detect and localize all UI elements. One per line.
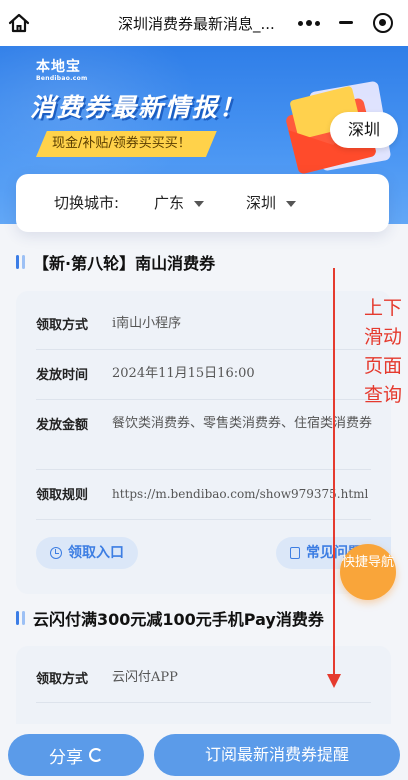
scroll-hint: 上下滑动页面查询: [364, 297, 403, 406]
share-icon: [89, 748, 103, 762]
divider: [36, 349, 371, 350]
city-switch-card: 切换城市: 广东 深圳: [16, 174, 389, 232]
quick-nav-button[interactable]: 快捷导航: [340, 544, 396, 600]
claim-entry-button[interactable]: 领取入口: [36, 537, 138, 569]
city-switch-label: 切换城市:: [54, 194, 120, 212]
top-bar: 深圳消费券最新消息_...: [0, 0, 408, 46]
divider: [36, 519, 371, 520]
home-icon[interactable]: [8, 12, 30, 34]
close-target-icon[interactable]: [373, 13, 393, 33]
share-button[interactable]: 分享: [8, 734, 144, 776]
scroll-arrow-line: [333, 268, 335, 678]
divider: [36, 702, 371, 703]
subscribe-button[interactable]: 订阅最新消费券提醒: [154, 734, 400, 776]
caret-down-icon: [194, 200, 205, 207]
minimize-icon[interactable]: [339, 21, 353, 24]
scroll-arrow-head: [327, 674, 341, 688]
bottom-bar: 分享 订阅最新消费券提醒: [0, 724, 408, 780]
more-dots-icon[interactable]: [289, 9, 329, 37]
section-title: 【新·第八轮】南山消费券: [16, 250, 215, 274]
province-select[interactable]: 广东: [154, 192, 205, 213]
document-icon: [290, 547, 300, 559]
city-select[interactable]: 深圳: [246, 192, 297, 213]
divider: [36, 469, 371, 470]
section-title: 云闪付满300元减100元手机Pay消费券: [16, 606, 324, 630]
page: 深圳消费券最新消息_... 本地宝 Bendibao.com 消费券最新情报！ …: [0, 0, 408, 780]
current-city-badge[interactable]: 深圳: [330, 112, 398, 148]
clock-icon: [50, 547, 62, 559]
page-title: 深圳消费券最新消息_...: [118, 15, 275, 33]
banner-title: 消费券最新情报！: [30, 93, 247, 122]
divider: [36, 399, 371, 400]
section-bars-icon: [16, 255, 25, 269]
section-bars-icon: [16, 611, 25, 625]
banner-tag: 现金/补贴/领券买买买！: [36, 131, 217, 157]
brand-logo: 本地宝 Bendibao.com: [36, 59, 88, 82]
caret-down-icon: [286, 200, 297, 207]
